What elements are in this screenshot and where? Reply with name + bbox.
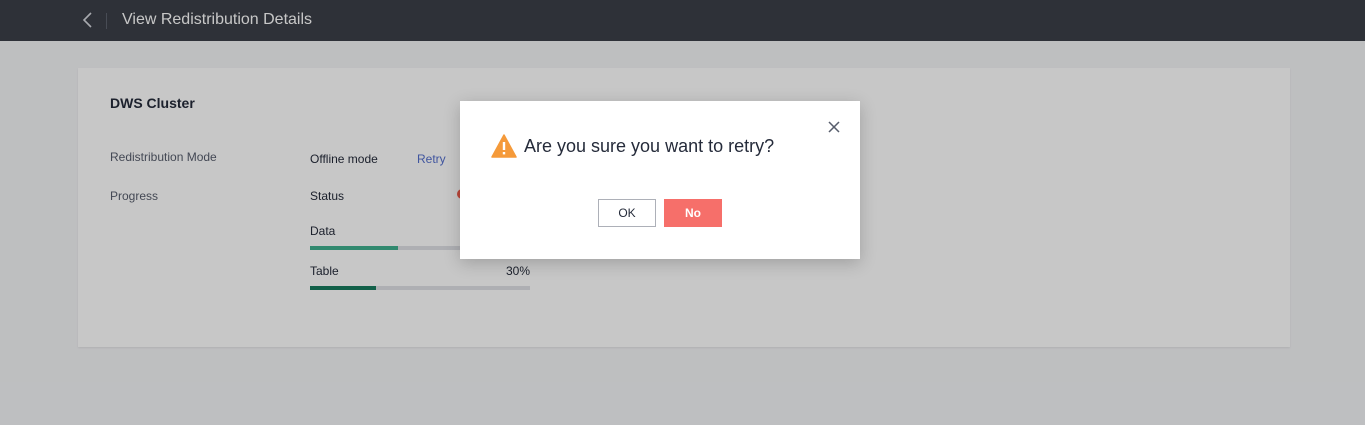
- close-icon: [828, 121, 840, 133]
- warning-icon: [491, 134, 517, 158]
- ok-button[interactable]: OK: [598, 199, 656, 227]
- close-button[interactable]: [826, 119, 842, 135]
- no-button[interactable]: No: [664, 199, 722, 227]
- dialog-message: Are you sure you want to retry?: [524, 136, 775, 156]
- confirm-dialog: Are you sure you want to retry? OK No: [460, 101, 860, 259]
